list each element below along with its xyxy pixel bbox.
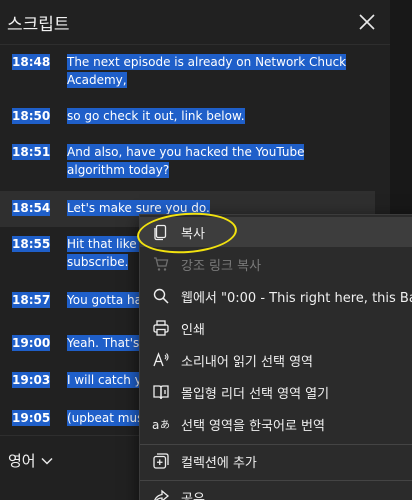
segment-timestamp: 19:00 <box>12 335 51 351</box>
language-selector[interactable]: 영어 <box>8 450 54 471</box>
search-icon <box>152 287 170 305</box>
read-aloud-icon <box>152 351 170 369</box>
menu-item-label: 웹에서 "0:00 - This right here, this Ba <box>181 291 412 306</box>
segment-timestamp: 18:50 <box>12 108 51 124</box>
share-icon <box>152 488 170 500</box>
translate-icon: aあ <box>152 415 170 433</box>
segment-timestamp: 18:57 <box>12 292 51 308</box>
menu-item-read-aloud[interactable]: 소리내어 읽기 선택 영역 <box>140 345 412 375</box>
menu-item-print[interactable]: 인쇄 <box>140 313 412 343</box>
menu-item-add-to-collections[interactable]: 컬렉션에 추가 <box>140 446 412 476</box>
context-menu: 복사 강조 링크 복사 웹에서 "0:00 - This right here,… <box>139 214 412 500</box>
transcript-segment[interactable]: 18:48 The next episode is already on Net… <box>0 45 375 99</box>
svg-text:a: a <box>152 418 159 432</box>
menu-item-translate[interactable]: aあ 선택 영역을 한국어로 번역 <box>140 409 412 439</box>
print-icon <box>152 319 170 337</box>
menu-item-share[interactable]: 공유 <box>140 482 412 500</box>
menu-separator <box>140 480 412 481</box>
segment-timestamp: 18:48 <box>12 54 51 70</box>
segment-text: And also, have you hacked the YouTube al… <box>67 144 305 178</box>
segment-timestamp: 19:03 <box>12 372 51 388</box>
panel-title: 스크립트 <box>7 15 70 35</box>
menu-item-label: 인쇄 <box>181 323 205 338</box>
immersive-reader-icon <box>152 383 170 401</box>
transcript-segment[interactable]: 18:50 so go check it out, link below. <box>0 99 375 135</box>
segment-timestamp: 19:05 <box>12 410 51 426</box>
segment-text: so go check it out, link below. <box>67 108 245 124</box>
menu-separator <box>140 444 412 445</box>
menu-item-label: 공유 <box>181 492 205 500</box>
menu-item-search-web[interactable]: 웹에서 "0:00 - This right here, this Ba <box>140 281 412 311</box>
menu-item-copy-link-to-highlight: 강조 링크 복사 <box>140 249 412 279</box>
collections-icon <box>152 452 170 470</box>
menu-item-label: 컬렉션에 추가 <box>181 456 257 471</box>
menu-item-label: 복사 <box>181 227 205 242</box>
menu-item-label: 선택 영역을 한국어로 번역 <box>181 419 325 434</box>
copy-icon <box>152 223 170 241</box>
close-icon <box>359 14 375 30</box>
segment-timestamp: 18:55 <box>12 236 51 252</box>
chevron-down-icon <box>41 457 53 465</box>
menu-item-copy[interactable]: 복사 <box>140 217 412 247</box>
menu-item-immersive-reader[interactable]: 몰입형 리더 선택 영역 열기 <box>140 377 412 407</box>
menu-item-label: 강조 링크 복사 <box>181 259 262 274</box>
menu-item-label: 소리내어 읽기 선택 영역 <box>181 355 313 370</box>
transcript-segment[interactable]: 18:51 And also, have you hacked the YouT… <box>0 135 375 191</box>
svg-text:あ: あ <box>160 419 170 431</box>
transcript-header: 스크립트 <box>0 0 390 44</box>
segment-text: The next episode is already on Network C… <box>67 54 347 88</box>
segment-timestamp: 18:54 <box>12 200 51 216</box>
language-label: 영어 <box>8 452 36 470</box>
close-button[interactable] <box>356 11 378 33</box>
link-copy-icon <box>152 255 170 273</box>
menu-item-label: 몰입형 리더 선택 영역 열기 <box>181 387 330 402</box>
segment-timestamp: 18:51 <box>12 144 51 160</box>
